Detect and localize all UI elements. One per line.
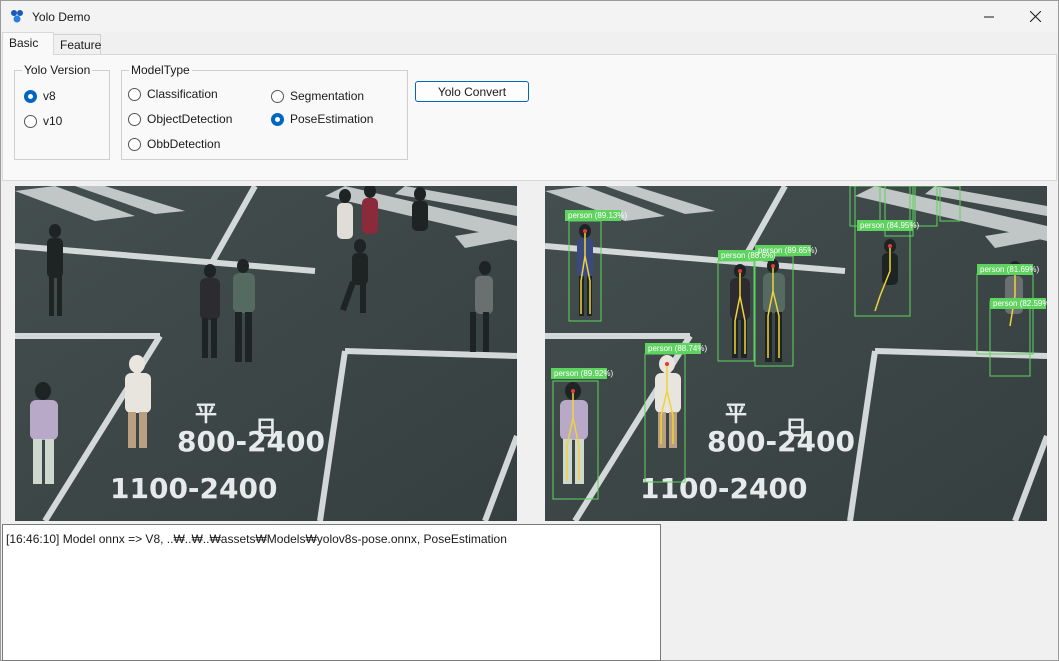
road-marking-1-result: 800-2400 (707, 425, 855, 458)
radio-obbdetection[interactable]: ObbDetection (128, 137, 220, 151)
radio-checked-icon (271, 112, 284, 126)
radio-objectdetection-label: ObjectDetection (147, 112, 233, 126)
app-window: Yolo Demo Basic Feature Yolo Version v8 … (0, 0, 1059, 661)
close-icon (1029, 11, 1041, 22)
source-image: 800-2400 1100-2400 平 日 (15, 186, 517, 521)
maximize-button-area[interactable] (967, 1, 1013, 32)
tab-strip: Basic Feature (1, 32, 1058, 55)
radio-checked-icon (24, 89, 37, 103)
radio-segmentation-label: Segmentation (290, 89, 365, 103)
svg-text:日: 日 (255, 417, 277, 442)
svg-text:日: 日 (785, 417, 807, 442)
title-bar[interactable]: Yolo Demo (1, 1, 1058, 32)
detection-label: person (81.69%) (980, 265, 1039, 274)
detection-label: person (88.74%) (648, 344, 707, 353)
model-type-group: ModelType Classification ObjectDetection… (121, 63, 408, 160)
detection-label: person (84.95%) (860, 221, 919, 230)
radio-v8[interactable]: v8 (24, 89, 56, 103)
svg-text:平: 平 (195, 402, 217, 427)
street-photo-original: 800-2400 1100-2400 平 日 (15, 186, 517, 521)
yolo-version-legend: Yolo Version (22, 63, 93, 77)
svg-text:平: 平 (725, 402, 747, 427)
radio-unchecked-icon (271, 89, 284, 103)
radio-classification-label: Classification (147, 87, 218, 101)
tab-basic[interactable]: Basic (2, 32, 54, 55)
log-line: [16:46:10] Model onnx => V8, ..₩..₩..₩as… (6, 532, 507, 546)
radio-obbdetection-label: ObbDetection (147, 137, 221, 151)
yolo-version-group: Yolo Version v8 v10 (14, 63, 110, 160)
radio-v8-label: v8 (43, 89, 56, 103)
app-logo-icon (11, 10, 23, 23)
detection-label: person (88.6%) (721, 251, 776, 260)
radio-poseestimation[interactable]: PoseEstimation (271, 112, 373, 126)
tab-feature[interactable]: Feature (53, 34, 101, 55)
road-marking-2-result: 1100-2400 (640, 472, 807, 505)
radio-v10[interactable]: v10 (24, 114, 62, 128)
radio-poseestimation-label: PoseEstimation (290, 112, 374, 126)
model-type-legend: ModelType (129, 63, 192, 77)
basic-tab-panel: Yolo Version v8 v10 ModelType Classifica… (2, 54, 1057, 181)
radio-unchecked-icon (24, 114, 37, 128)
result-image: 800-2400 1100-2400 平 日 person (89.13%) p… (545, 186, 1047, 521)
detection-label: person (89.92%) (554, 369, 613, 378)
road-marking-2: 1100-2400 (110, 472, 277, 505)
radio-segmentation[interactable]: Segmentation (271, 89, 364, 103)
log-textbox[interactable]: [16:46:10] Model onnx => V8, ..₩..₩..₩as… (2, 524, 661, 661)
radio-objectdetection[interactable]: ObjectDetection (128, 112, 232, 126)
radio-unchecked-icon (128, 137, 141, 151)
window-title: Yolo Demo (32, 10, 91, 24)
radio-v10-label: v10 (43, 114, 63, 128)
radio-unchecked-icon (128, 87, 141, 101)
street-photo-pose-result: 800-2400 1100-2400 平 日 person (89.13%) p… (545, 186, 1047, 521)
radio-unchecked-icon (128, 112, 141, 126)
detection-label: person (82.59%) (993, 299, 1047, 308)
close-button[interactable] (1012, 1, 1058, 32)
radio-classification[interactable]: Classification (128, 87, 218, 101)
yolo-convert-button[interactable]: Yolo Convert (415, 81, 529, 102)
road-marking-1: 800-2400 (177, 425, 325, 458)
detection-label: person (89.13%) (568, 211, 627, 220)
